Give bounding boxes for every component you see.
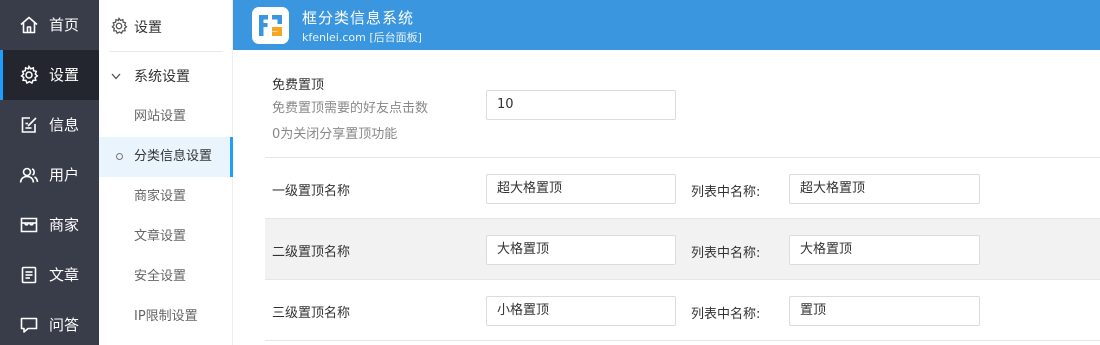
level1-list-name-input[interactable]: 超大格置顶: [789, 174, 980, 204]
submenu-header: 设置: [109, 0, 223, 52]
gear-icon: [20, 65, 39, 85]
nav-item-users[interactable]: 用户: [0, 150, 99, 200]
free-top-clicks-input[interactable]: 10: [486, 90, 676, 120]
level3-name-input[interactable]: 小格置顶: [486, 296, 676, 326]
nav-item-label: 问答: [49, 316, 80, 334]
submenu-item-label: 安全设置: [134, 269, 187, 284]
nav-item-label: 首页: [49, 16, 80, 34]
form-row-level2: 二级置顶名称 大格置顶 列表中名称: 大格置顶: [265, 219, 1100, 280]
submenu-item-classified[interactable]: 分类信息设置: [99, 137, 233, 177]
submenu-item-merchant[interactable]: 商家设置: [99, 177, 233, 217]
level2-list-label: 列表中名称:: [691, 246, 761, 261]
submenu-item-website[interactable]: 网站设置: [99, 97, 233, 137]
nav-item-merchants[interactable]: 商家: [0, 200, 99, 250]
submenu-item-label: 商家设置: [134, 189, 187, 204]
settings-form: 免费置顶 免费置顶需要的好友点击数 0为关闭分享置顶功能 10 一级置顶名称 超…: [233, 50, 1100, 345]
admin-app: 首页 设置 信息 用户 商家 文章 问答 设置 系统设置 网站设置 分类信息设置…: [0, 0, 1100, 345]
home-icon: [20, 16, 38, 34]
settings-submenu: 设置 系统设置 网站设置 分类信息设置 商家设置 文章设置 安全设置 IP限制设…: [99, 0, 233, 345]
level1-label: 一级置顶名称: [272, 184, 351, 199]
level2-name-input[interactable]: 大格置顶: [486, 235, 676, 265]
submenu-item-label: 分类信息设置: [134, 149, 213, 164]
gear-icon: [111, 17, 128, 35]
nav-item-label: 文章: [49, 266, 80, 284]
submenu-item-label: 文章设置: [134, 229, 187, 244]
brand-subtitle: kfenlei.com [后台面板]: [302, 31, 422, 44]
free-top-desc: 免费置顶需要的好友点击数: [272, 101, 429, 116]
chevron-down-icon: [111, 73, 121, 80]
nav-item-qa[interactable]: 问答: [0, 300, 99, 345]
level3-label: 三级置顶名称: [272, 306, 351, 321]
nav-item-info[interactable]: 信息: [0, 100, 99, 150]
active-dot-icon: [116, 153, 123, 160]
submenu-item-ip-limit[interactable]: IP限制设置: [99, 297, 233, 337]
top-header: 框分类信息系统 kfenlei.com [后台面板]: [233, 0, 1100, 50]
store-icon: [20, 217, 38, 233]
submenu-item-label: 网站设置: [134, 109, 187, 124]
nav-item-label: 设置: [49, 66, 80, 84]
chat-icon: [20, 317, 38, 333]
level3-list-name-input[interactable]: 置顶: [789, 296, 980, 326]
free-top-hint: 0为关闭分享置顶功能: [272, 127, 398, 142]
nav-item-label: 信息: [49, 116, 80, 134]
submenu-group-label: 系统设置: [134, 69, 190, 85]
form-row-level1: 一级置顶名称 超大格置顶 列表中名称: 超大格置顶: [265, 158, 1100, 219]
submenu-title: 设置: [134, 20, 162, 36]
level1-list-label: 列表中名称:: [691, 185, 761, 200]
nav-item-label: 用户: [49, 166, 80, 184]
submenu-item-security[interactable]: 安全设置: [99, 257, 233, 297]
edit-icon: [21, 117, 37, 133]
logo-icon: [252, 7, 289, 44]
submenu-item-label: IP限制设置: [134, 309, 198, 324]
level1-name-input[interactable]: 超大格置顶: [486, 174, 676, 204]
level2-label: 二级置顶名称: [272, 245, 351, 260]
submenu-group-system[interactable]: 系统设置: [99, 57, 233, 97]
form-row-level3: 三级置顶名称 小格置顶 列表中名称: 置顶: [265, 280, 1100, 341]
level2-list-name-input[interactable]: 大格置顶: [789, 235, 980, 265]
main-nav: 首页 设置 信息 用户 商家 文章 问答: [0, 0, 99, 345]
users-icon: [19, 167, 39, 183]
article-icon: [21, 266, 37, 284]
brand-title: 框分类信息系统: [302, 9, 415, 27]
submenu-item-article[interactable]: 文章设置: [99, 217, 233, 257]
nav-item-label: 商家: [49, 216, 80, 234]
level3-list-label: 列表中名称:: [691, 307, 761, 322]
form-row-free-top: 免费置顶 免费置顶需要的好友点击数 0为关闭分享置顶功能 10: [265, 50, 1100, 158]
nav-item-home[interactable]: 首页: [0, 0, 99, 50]
nav-item-settings[interactable]: 设置: [0, 50, 99, 100]
free-top-label: 免费置顶: [272, 78, 325, 93]
nav-item-articles[interactable]: 文章: [0, 250, 99, 300]
